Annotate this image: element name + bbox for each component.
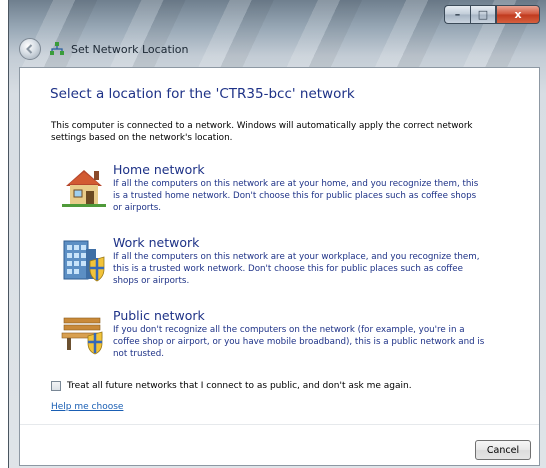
option-description: If you don't recognize all the computers… [113,325,485,359]
window-controls: – □ x [444,5,540,24]
page-title: Select a location for the 'CTR35-bcc' ne… [50,86,355,102]
option-work-network[interactable]: Work network If all the computers on thi… [60,235,485,287]
cancel-button[interactable]: Cancel [475,440,531,460]
park-bench-icon [61,317,103,355]
option-title: Home network [113,162,205,177]
treat-public-checkbox[interactable] [51,381,61,391]
maximize-button[interactable]: □ [470,5,496,24]
title-bar: Set Network Location [19,37,189,61]
option-description: If all the computers on this network are… [113,179,479,213]
option-title: Public network [113,308,205,323]
footer-divider [20,424,539,425]
office-building-icon [63,240,105,282]
network-icon [50,42,64,55]
minimize-button[interactable]: – [444,5,470,24]
dialog-content: Select a location for the 'CTR35-bcc' ne… [19,67,540,466]
back-arrow-icon [26,44,33,54]
option-home-network[interactable]: Home network If all the computers on thi… [60,162,485,214]
window-title: Set Network Location [71,42,189,56]
option-title: Work network [113,235,200,250]
help-me-choose-link[interactable]: Help me choose [51,402,123,412]
house-icon [62,170,106,207]
treat-public-checkbox-row[interactable]: Treat all future networks that I connect… [51,381,412,391]
option-public-network[interactable]: Public network If you don't recognize al… [60,308,485,360]
close-button[interactable]: x [496,5,540,24]
checkbox-label[interactable]: Treat all future networks that I connect… [67,381,412,391]
window-frame: – □ x Set Network Location Select a loca… [8,0,546,468]
intro-text: This computer is connected to a network.… [51,121,473,143]
back-button[interactable] [19,38,41,60]
option-description: If all the computers on this network are… [113,252,480,286]
